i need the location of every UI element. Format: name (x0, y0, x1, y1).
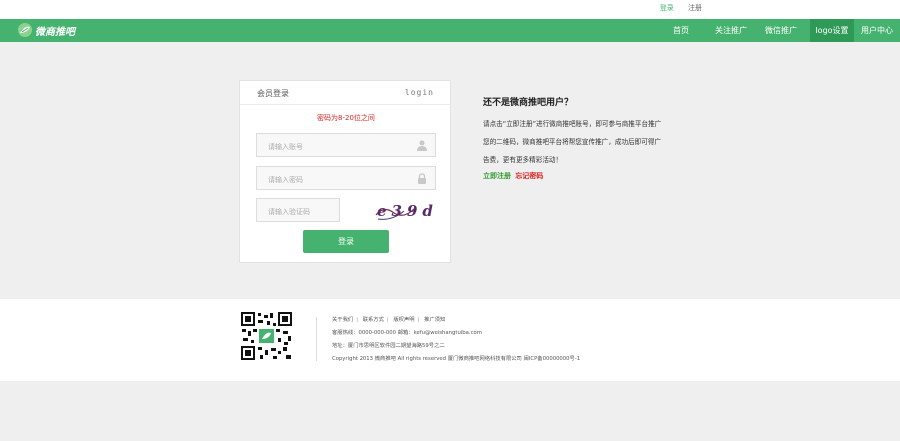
nav-item-logo-settings[interactable]: logo设置 (810, 19, 854, 42)
captcha-code: e39d (377, 202, 436, 220)
footer-contact: 客服热线：0000-000-000 邮箱：kefu@weishangtuiba.… (332, 330, 482, 336)
footer-address: 地址：厦门市思明区软件园二期望海路59号之二 (332, 343, 445, 349)
user-icon (417, 140, 427, 151)
footer-links-row: 关于我们 | 联系方式 | 版权声明 | 推广须知 (332, 317, 446, 323)
login-submit-button[interactable]: 登录 (303, 230, 389, 253)
nav-item-follow-promo[interactable]: 关注推广 (710, 19, 752, 42)
top-login-link[interactable]: 登录 (660, 4, 674, 12)
captcha-image[interactable]: e39d (374, 197, 436, 224)
login-title-en: login (404, 88, 434, 97)
footer-divider (316, 317, 317, 361)
top-links: 登录 注册 (648, 3, 702, 13)
nav-item-wechat-promo[interactable]: 微信推广 (760, 19, 802, 42)
register-info: 还不是微商推吧用户？ 请点击“立即注册”进行微商推吧账号，即可参与商推平台推广您… (483, 95, 683, 181)
nav-item-home[interactable]: 首页 (662, 19, 700, 42)
register-now-link[interactable]: 立即注册 (483, 172, 511, 180)
main-navbar: 微商推吧 首页 关注推广 微信推广 logo设置 用户中心 (0, 19, 900, 42)
login-error-message: 密码为8-20位之间 (317, 114, 375, 122)
footer-info: 关于我们 | 联系方式 | 版权声明 | 推广须知 客服热线：0000-000-000… (332, 314, 580, 366)
nav-item-user-center[interactable]: 用户中心 (854, 19, 900, 42)
leaf-logo-icon (18, 23, 32, 37)
forgot-password-link[interactable]: 忘记密码 (515, 172, 543, 180)
captcha-field-wrap (256, 198, 340, 223)
footer: 关于我们 | 联系方式 | 版权声明 | 推广须知 客服热线：0000-000-000… (0, 299, 900, 381)
password-field-wrap (256, 166, 436, 191)
login-title: 会员登录 (257, 89, 289, 98)
footer-link-contact[interactable]: 联系方式 (363, 317, 384, 323)
info-title: 还不是微商推吧用户？ (483, 98, 574, 108)
top-register-link[interactable]: 注册 (688, 4, 702, 12)
password-input[interactable] (257, 169, 435, 191)
footer-link-promo-notice[interactable]: 推广须知 (424, 317, 445, 323)
nav-menu: 首页 关注推广 微信推广 logo设置 用户中心 (662, 19, 900, 42)
brand-name: 微商推吧 (35, 26, 75, 38)
login-panel: 会员登录 login 密码为8-20位之间 e39d 登录 (239, 80, 451, 263)
footer-link-about[interactable]: 关于我们 (332, 317, 353, 323)
username-field-wrap (256, 133, 436, 158)
info-text: 请点击“立即注册”进行微商推吧账号，即可参与商推平台推广您的二维码，微商推吧平台… (483, 120, 662, 164)
top-bar: 登录 注册 (0, 0, 900, 19)
lock-icon (418, 173, 426, 184)
username-input[interactable] (257, 136, 435, 158)
qr-code-image (240, 311, 293, 361)
captcha-input[interactable] (257, 201, 339, 223)
info-links: 立即注册 忘记密码 (483, 171, 683, 181)
login-header: 会员登录 login (240, 81, 450, 105)
brand-logo[interactable]: 微商推吧 (17, 22, 75, 38)
footer-copyright: Copyright 2013 微商推吧 All rights reserved … (332, 356, 581, 362)
footer-link-copyright[interactable]: 版权声明 (393, 317, 414, 323)
